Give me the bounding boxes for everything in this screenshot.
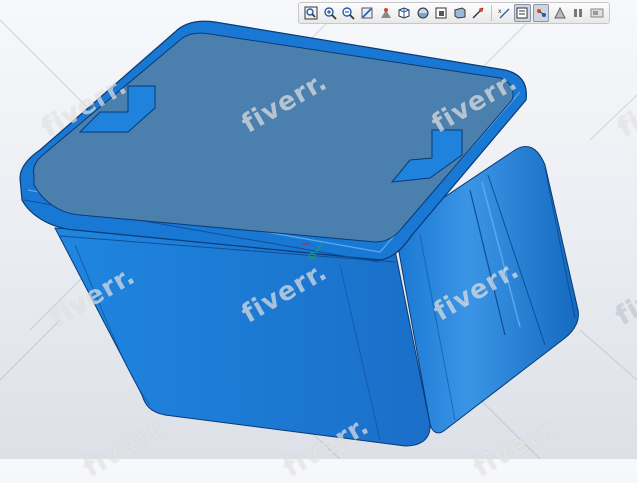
orient-button[interactable] xyxy=(377,4,394,22)
section-icon xyxy=(472,7,484,19)
spin-center-icon xyxy=(536,9,546,17)
toolbar-separator xyxy=(490,5,492,21)
graphics-viewport[interactable]: fiverr. fiverr. fiverr. fiverr. fiverr. … xyxy=(0,0,637,483)
view-manager-icon xyxy=(435,7,447,19)
view-manager-button[interactable] xyxy=(433,4,450,22)
appearance-icon xyxy=(553,6,566,19)
spin-center-button[interactable] xyxy=(532,4,550,22)
repaint-icon xyxy=(361,7,373,19)
zoom-fit-icon xyxy=(304,6,318,20)
saved-views-button[interactable] xyxy=(396,4,413,22)
annotation-display-button[interactable] xyxy=(514,4,531,22)
datum-display-button[interactable]: x xyxy=(496,4,513,22)
appearance-button[interactable] xyxy=(551,4,568,22)
svg-text:x: x xyxy=(498,8,502,15)
orient-icon xyxy=(380,8,391,18)
section-button[interactable] xyxy=(470,4,487,22)
saved-views-icon xyxy=(398,7,410,19)
zoom-out-button[interactable] xyxy=(340,4,357,22)
perspective-icon xyxy=(454,7,466,19)
graphics-toolbar: x xyxy=(298,2,610,24)
graphics-settings-button[interactable] xyxy=(588,4,605,22)
graphics-settings-icon xyxy=(590,8,604,18)
perspective-button[interactable] xyxy=(452,4,469,22)
repaint-button[interactable] xyxy=(359,4,376,22)
annotation-display-icon xyxy=(516,7,528,19)
zoom-in-button[interactable] xyxy=(322,4,339,22)
display-style-button[interactable] xyxy=(414,4,431,22)
zoom-out-icon xyxy=(342,7,356,20)
display-style-icon xyxy=(417,7,429,19)
pause-button[interactable] xyxy=(570,4,587,22)
model-canvas[interactable] xyxy=(0,0,637,460)
pause-icon xyxy=(574,9,583,17)
zoom-fit-button[interactable] xyxy=(303,4,320,22)
zoom-in-icon xyxy=(324,7,337,20)
datum-display-icon: x xyxy=(498,8,510,19)
